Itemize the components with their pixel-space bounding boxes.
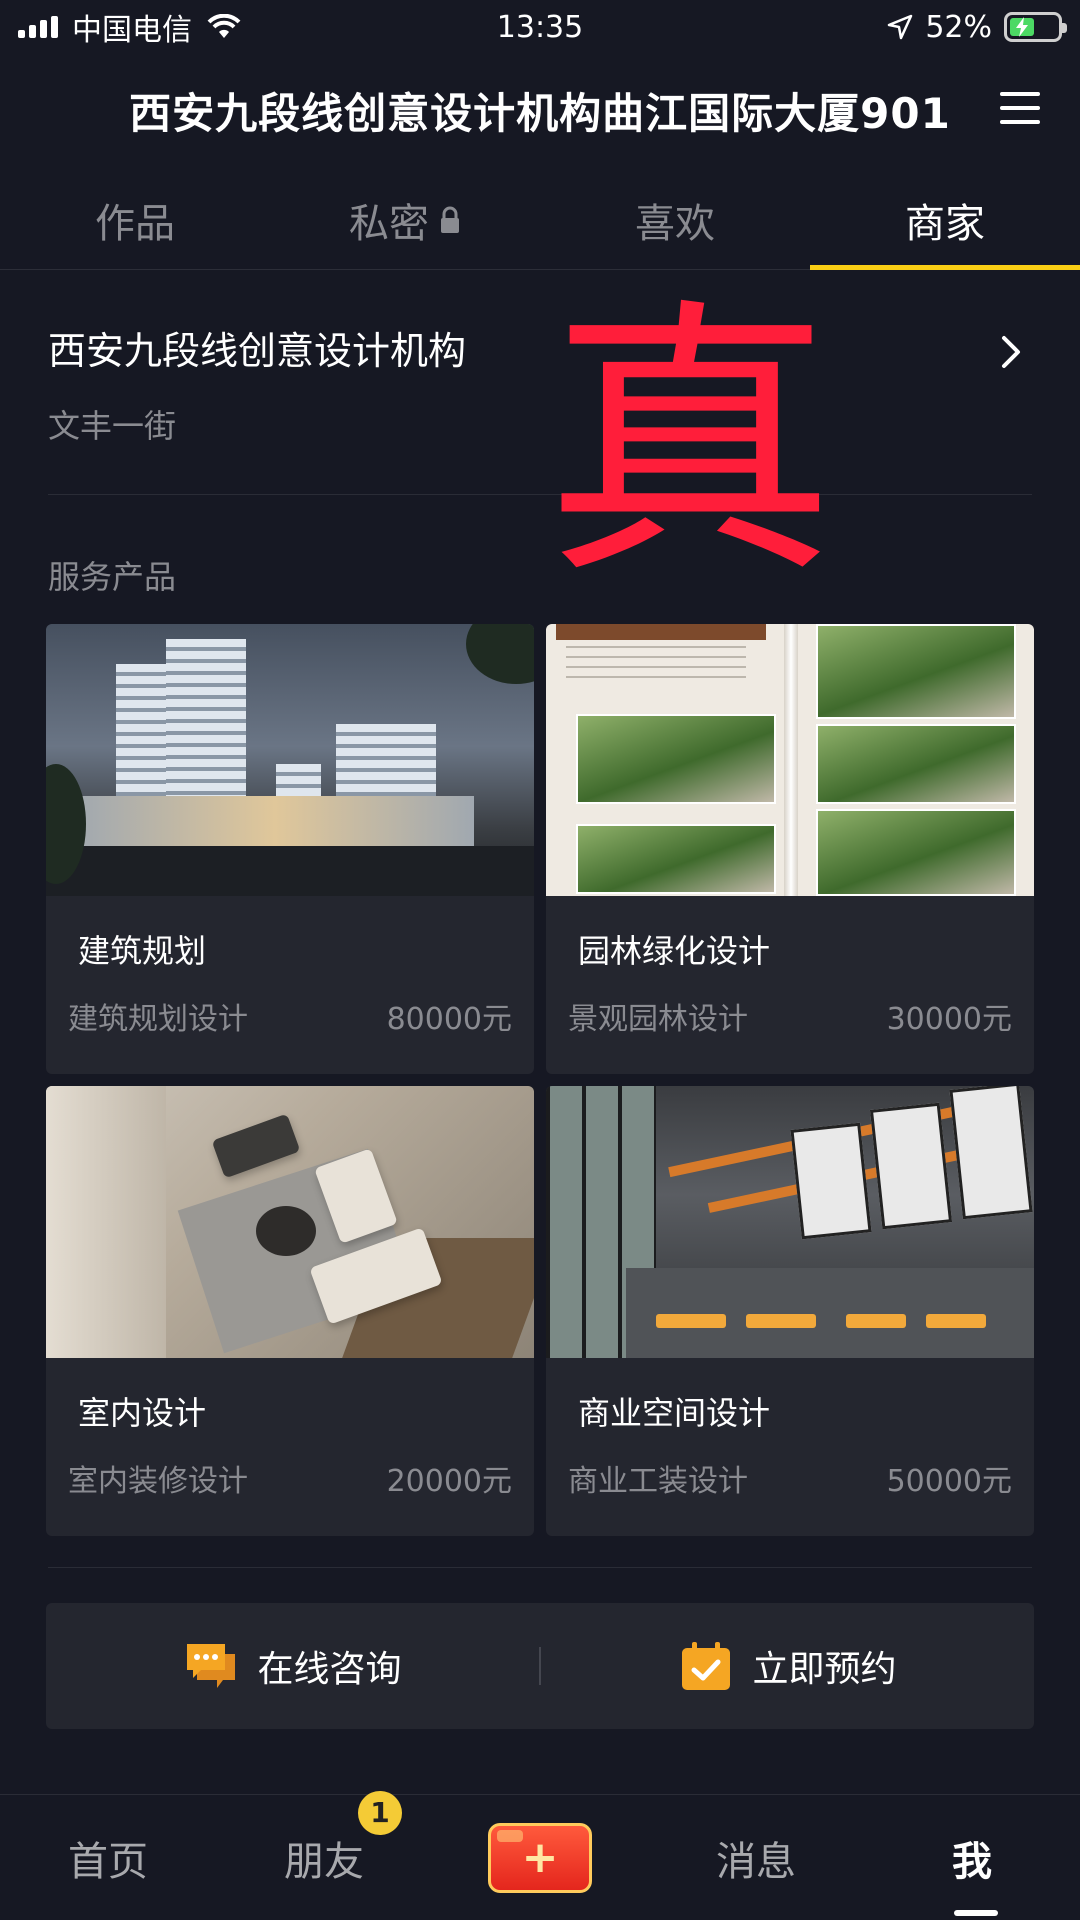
nav-messages[interactable]: 消息	[648, 1829, 864, 1887]
product-subtitle: 商业工装设计	[568, 1464, 748, 1499]
merchant-info[interactable]: 西安九段线创意设计机构 文丰一街	[48, 320, 1032, 495]
product-card[interactable]: 室内设计 室内装修设计 20000元	[46, 1086, 534, 1536]
profile-tabs: 作品 私密 喜欢 商家	[0, 170, 1080, 270]
product-price: 30000元	[886, 1002, 1012, 1037]
action-bar: 在线咨询 立即预约	[46, 1603, 1034, 1729]
hamburger-menu-icon[interactable]	[1000, 92, 1040, 124]
location-icon	[888, 14, 913, 40]
battery-percent: 52%	[925, 9, 992, 45]
product-grid: 建筑规划 建筑规划设计 80000元 园林绿化设计 景观园林设计 30000元	[46, 624, 1034, 1536]
tab-private[interactable]: 私密	[270, 170, 540, 269]
tab-merchant[interactable]: 商家	[810, 170, 1080, 270]
divider	[48, 1567, 1032, 1568]
nav-home[interactable]: 首页	[0, 1829, 216, 1887]
carrier-label: 中国电信	[72, 13, 192, 48]
product-name: 建筑规划	[78, 932, 207, 970]
book-label: 立即预约	[752, 1649, 897, 1690]
product-price: 50000元	[886, 1464, 1012, 1499]
lock-icon	[441, 206, 459, 233]
consult-label: 在线咨询	[257, 1649, 402, 1690]
book-button[interactable]: 立即预约	[541, 1640, 1034, 1692]
product-image	[546, 1086, 1034, 1358]
notification-badge: 1	[358, 1790, 402, 1835]
consult-button[interactable]: 在线咨询	[46, 1640, 539, 1692]
product-name: 园林绿化设计	[578, 932, 771, 970]
product-name: 室内设计	[78, 1394, 207, 1432]
product-image	[546, 624, 1034, 896]
product-card[interactable]: 建筑规划 建筑规划设计 80000元	[46, 624, 534, 1074]
calendar-check-icon	[682, 1642, 731, 1690]
bottom-nav: 首页 朋友 1 + 消息 我	[0, 1790, 1080, 1920]
product-price: 80000元	[386, 1002, 512, 1037]
product-subtitle: 景观园林设计	[568, 1002, 748, 1037]
wifi-icon	[207, 14, 241, 38]
tab-likes[interactable]: 喜欢	[540, 170, 810, 269]
nav-create[interactable]: +	[432, 1822, 648, 1893]
merchant-address: 文丰一街	[48, 407, 177, 445]
product-price: 20000元	[386, 1464, 512, 1499]
merchant-name: 西安九段线创意设计机构	[48, 329, 467, 373]
active-indicator	[954, 1910, 998, 1916]
section-title: 服务产品	[48, 558, 177, 596]
page-title: 西安九段线创意设计机构曲江国际大厦901	[129, 88, 951, 138]
signal-icon	[18, 16, 58, 38]
product-image	[46, 624, 534, 896]
nav-friends[interactable]: 朋友 1	[216, 1790, 432, 1887]
battery-icon	[1004, 12, 1067, 42]
nav-me[interactable]: 我	[864, 1829, 1080, 1887]
product-subtitle: 室内装修设计	[68, 1464, 248, 1499]
product-card[interactable]: 园林绿化设计 景观园林设计 30000元	[546, 624, 1034, 1074]
chat-bubble-icon	[187, 1644, 236, 1688]
plus-button[interactable]: +	[488, 1822, 592, 1893]
product-subtitle: 建筑规划设计	[68, 1002, 248, 1037]
chevron-right-icon[interactable]	[1000, 334, 1024, 370]
tab-works[interactable]: 作品	[0, 170, 270, 269]
product-name: 商业空间设计	[578, 1394, 771, 1432]
plus-icon: +	[521, 1831, 559, 1883]
product-card[interactable]: 商业空间设计 商业工装设计 50000元	[546, 1086, 1034, 1536]
app-header: 西安九段线创意设计机构曲江国际大厦901	[0, 70, 1080, 150]
status-bar: 中国电信 13:35 52%	[0, 0, 1080, 54]
product-image	[46, 1086, 534, 1358]
